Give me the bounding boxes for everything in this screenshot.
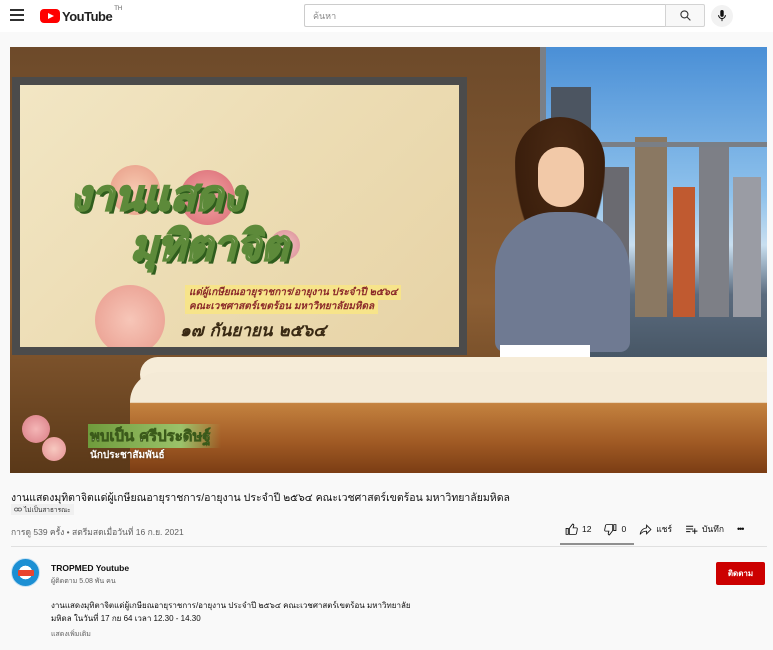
lower-third-banner: พบเป็น ศรีประดิษฐ์ — [88, 424, 221, 448]
voice-search-button[interactable] — [711, 5, 733, 27]
channel-avatar[interactable] — [11, 558, 40, 587]
thumbs-up-icon — [565, 523, 578, 535]
overlay-title-line2: มุทิตาจิต — [129, 221, 289, 270]
share-label: แชร์ — [656, 524, 673, 534]
subscribe-button[interactable]: ติดตาม — [716, 562, 765, 585]
divider — [11, 546, 767, 547]
hamburger-menu-icon[interactable] — [10, 9, 24, 21]
video-player[interactable]: งานแสดง มุทิตาจิต แด่ผู้เกษียณอายุราชการ… — [10, 47, 767, 473]
overlay-subtitle-line2: คณะเวชศาสตร์เขตร้อน มหาวิทยาลัยมหิดล — [185, 299, 379, 314]
search-button[interactable] — [665, 4, 705, 27]
more-actions-button[interactable]: ••• — [737, 524, 745, 534]
dislike-button[interactable]: 0 — [604, 523, 626, 536]
dislike-count: 0 — [621, 524, 627, 534]
visibility-badge: ไม่เป็นสาธารณะ — [11, 504, 74, 515]
share-icon — [639, 523, 652, 535]
presenter-name: พบเป็น ศรีประดิษฐ์ — [90, 427, 211, 446]
like-ratio-bar — [560, 543, 634, 545]
youtube-play-icon — [40, 9, 60, 23]
microphone-icon — [718, 10, 726, 22]
overlay-title-line1: งานแสดง — [69, 171, 244, 220]
video-description: งานแสดงมุทิตาจิตแด่ผู้เกษียณอายุราชการ/อ… — [51, 599, 411, 625]
logo-region: TH — [114, 6, 123, 12]
overlay-subtitle-line1: แด่ผู้เกษียณอายุราชการ/อายุงาน ประจำปี ๒… — [185, 285, 402, 300]
overlay-date: ๑๗ กันยายน ๒๕๖๔ — [180, 321, 327, 341]
news-anchor — [480, 117, 650, 357]
share-button[interactable]: แชร์ — [639, 522, 672, 536]
playlist-add-icon — [686, 525, 698, 534]
rose-decoration — [95, 285, 165, 347]
visibility-badge-label: ไม่เป็นสาธารณะ — [24, 506, 71, 514]
like-button[interactable]: 12 — [565, 523, 591, 536]
thumbs-down-icon — [604, 523, 617, 535]
search-input[interactable] — [305, 5, 666, 26]
desk-paper — [500, 345, 590, 357]
subscriber-count: ผู้ติดตาม 5.08 พัน คน — [51, 578, 116, 585]
title-board: งานแสดง มุทิตาจิต แด่ผู้เกษียณอายุราชการ… — [12, 77, 467, 355]
presenter-role: นักประชาสัมพันธ์ — [90, 450, 165, 461]
channel-name[interactable]: TROPMED Youtube — [51, 563, 129, 573]
view-count-and-date: การดู 539 ครั้ง • สตรีมสดเมื่อวันที่ 16 … — [11, 527, 184, 537]
top-bar: YouTube TH — [0, 0, 773, 32]
rose-decoration — [42, 437, 66, 461]
more-icon: ••• — [737, 524, 745, 534]
anchor-desk — [130, 372, 767, 473]
video-title: งานแสดงมุทิตาจิตแด่ผู้เกษียณอายุราชการ/อ… — [11, 492, 510, 504]
search-icon — [679, 10, 691, 21]
show-more-link[interactable]: แสดงเพิ่มเติม — [51, 629, 91, 640]
description-line: มหิดล ในวันที่ 17 กย 64 เวลา 12.30 - 14.… — [51, 614, 201, 623]
search-box — [304, 4, 666, 27]
description-line: งานแสดงมุทิตาจิตแด่ผู้เกษียณอายุราชการ/อ… — [51, 601, 411, 610]
logo-text: YouTube — [62, 8, 113, 24]
like-count: 12 — [582, 524, 592, 534]
link-icon — [14, 507, 22, 512]
save-button[interactable]: บันทึก — [685, 522, 724, 536]
save-label: บันทึก — [702, 524, 724, 534]
action-bar: 12 0 แชร์ บันทึก ••• — [565, 522, 756, 536]
youtube-logo[interactable]: YouTube TH — [40, 6, 123, 24]
